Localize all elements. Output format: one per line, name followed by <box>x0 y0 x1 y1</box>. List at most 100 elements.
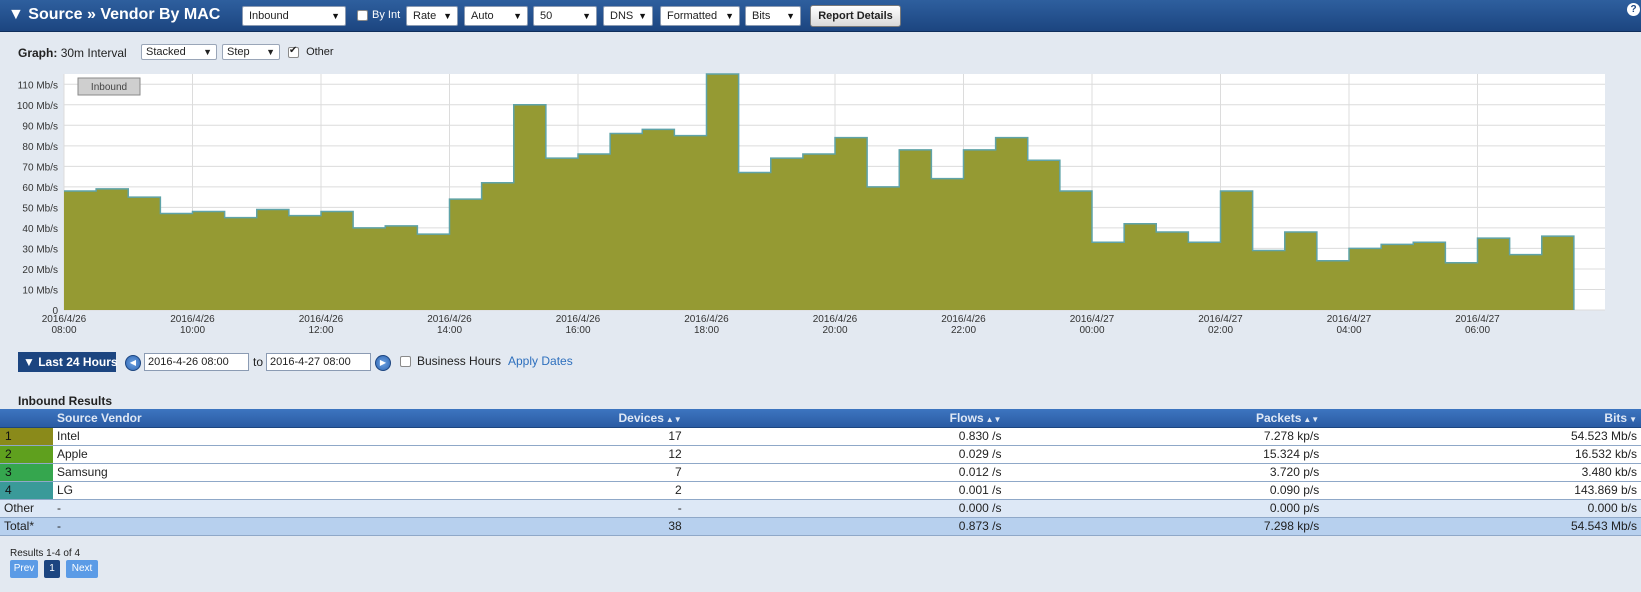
sort-desc-icon: ▼ <box>1629 414 1637 424</box>
previous-range-icon[interactable]: ◀ <box>125 355 141 371</box>
flows-cell: 0.029 /s <box>685 445 1006 464</box>
x-tick-label: 20:00 <box>822 325 847 336</box>
rank-swatch: 3 <box>0 463 53 482</box>
packets-cell: 7.278 kp/s <box>1005 427 1324 446</box>
bits-cell: 54.523 Mb/s <box>1323 427 1641 446</box>
x-tick-label: 2016/4/26 <box>813 314 858 325</box>
business-hours-checkbox[interactable] <box>400 356 411 367</box>
x-tick-label: 16:00 <box>565 325 590 336</box>
x-tick-label: 2016/4/27 <box>1070 314 1115 325</box>
resolve-select[interactable]: DNS ▼ <box>603 6 653 26</box>
help-icon[interactable]: ? <box>1627 3 1640 16</box>
x-tick-label: 08:00 <box>51 325 76 336</box>
vendor-cell[interactable]: LG <box>52 481 615 500</box>
x-tick-label: 18:00 <box>694 325 719 336</box>
graph-line-select[interactable]: Step ▼ <box>222 44 280 60</box>
other-toggle[interactable]: Other <box>288 45 334 58</box>
start-date-input[interactable]: 2016-4-26 08:00 <box>144 353 249 371</box>
direction-select[interactable]: Inbound ▼ <box>242 6 346 26</box>
traffic-chart: 010 Mb/s20 Mb/s30 Mb/s40 Mb/s50 Mb/s60 M… <box>17 73 1605 336</box>
results-table: Source Vendor Devices ▲▼ Flows ▲▼ Packets ▲… <box>0 409 1641 536</box>
x-tick-label: 00:00 <box>1079 325 1104 336</box>
x-tick-label: 2016/4/26 <box>427 314 472 325</box>
format-select[interactable]: Formatted ▼ <box>660 6 740 26</box>
x-tick-label: 22:00 <box>951 325 976 336</box>
next-page-button[interactable]: Next <box>66 560 98 578</box>
devices-cell: 17 <box>614 427 686 446</box>
date-preset-button[interactable]: ▼ Last 24 Hours <box>18 352 118 372</box>
col-packets[interactable]: Packets ▲▼ <box>1005 409 1324 428</box>
x-tick-label: 2016/4/26 <box>170 314 215 325</box>
y-tick-label: 110 Mb/s <box>18 80 58 91</box>
to-label: to <box>253 355 264 369</box>
next-range-icon[interactable]: ▶ <box>375 355 391 371</box>
apply-dates-link[interactable]: Apply Dates <box>508 354 573 368</box>
x-tick-label: 12:00 <box>308 325 333 336</box>
report-title[interactable]: ▼ Source » Vendor By MAC <box>8 6 220 24</box>
by-int-checkbox[interactable] <box>357 10 368 21</box>
col-source-vendor[interactable]: Source Vendor <box>52 409 615 428</box>
flows-cell: 0.012 /s <box>685 463 1006 482</box>
bits-cell: 16.532 kb/s <box>1323 445 1641 464</box>
y-axis: 010 Mb/s20 Mb/s30 Mb/s40 Mb/s50 Mb/s60 M… <box>17 80 59 317</box>
graph-label: Graph: 30m Interval <box>18 46 127 60</box>
y-tick-label: 100 Mb/s <box>17 101 58 112</box>
graph-interval: 30m Interval <box>60 46 127 60</box>
x-tick-label: 2016/4/27 <box>1198 314 1243 325</box>
prev-page-button[interactable]: Prev <box>10 560 38 578</box>
table-row[interactable]: 1 Intel 17 0.830 /s 7.278 kp/s 54.523 Mb… <box>0 427 1641 446</box>
scale-select[interactable]: Auto ▼ <box>464 6 528 26</box>
col-bits[interactable]: Bits ▼ <box>1323 409 1641 428</box>
chevron-down-icon: ▼ <box>331 11 340 21</box>
flows-cell: 0.830 /s <box>685 427 1006 446</box>
chevron-down-icon: ▼ <box>443 11 452 21</box>
y-tick-label: 80 Mb/s <box>22 142 58 153</box>
x-tick-label: 2016/4/26 <box>556 314 601 325</box>
rank-swatch: 1 <box>0 427 53 446</box>
flows-cell: 0.001 /s <box>685 481 1006 500</box>
vendor-cell[interactable]: Intel <box>52 427 615 446</box>
col-devices[interactable]: Devices ▲▼ <box>614 409 686 428</box>
page-1-button[interactable]: 1 <box>44 560 60 578</box>
by-int-label: By Int <box>372 9 401 21</box>
mode-select[interactable]: Rate ▼ <box>406 6 458 26</box>
y-tick-label: 40 Mb/s <box>22 224 58 235</box>
report-details-button[interactable]: Report Details <box>810 5 901 27</box>
other-checkbox[interactable] <box>288 45 299 58</box>
chevron-down-icon: ▼ <box>203 47 212 57</box>
x-tick-label: 2016/4/26 <box>684 314 729 325</box>
chevron-down-icon: ▼ <box>266 47 275 57</box>
table-header: Source Vendor Devices ▲▼ Flows ▲▼ Packets ▲… <box>0 409 1641 428</box>
chevron-down-icon: ▼ <box>725 11 734 21</box>
end-date-input[interactable]: 2016-4-27 08:00 <box>266 353 371 371</box>
devices-cell: 7 <box>614 463 686 482</box>
packets-cell: 3.720 p/s <box>1005 463 1324 482</box>
x-tick-label: 04:00 <box>1336 325 1361 336</box>
sort-icon: ▲▼ <box>985 414 1002 424</box>
unit-select[interactable]: Bits ▼ <box>745 6 801 26</box>
graph-style-select[interactable]: Stacked ▼ <box>141 44 217 60</box>
packets-cell: 0.090 p/s <box>1005 481 1324 500</box>
x-tick-label: 2016/4/27 <box>1455 314 1500 325</box>
y-tick-label: 60 Mb/s <box>22 183 58 194</box>
count-select[interactable]: 50 ▼ <box>533 6 597 26</box>
table-row[interactable]: 4 LG 2 0.001 /s 0.090 p/s 143.869 b/s <box>0 481 1641 500</box>
vendor-cell[interactable]: Samsung <box>52 463 615 482</box>
table-row[interactable]: 3 Samsung 7 0.012 /s 3.720 p/s 3.480 kb/… <box>0 463 1641 482</box>
results-count: Results 1-4 of 4 <box>10 548 81 559</box>
total-label: Total* <box>0 517 53 536</box>
x-tick-label: 2016/4/26 <box>42 314 87 325</box>
rank-swatch: 4 <box>0 481 53 500</box>
vendor-cell[interactable]: Apple <box>52 445 615 464</box>
total-row: Total* - 38 0.873 /s 7.298 kp/s 54.543 M… <box>0 517 1641 536</box>
chevron-down-icon: ▼ <box>638 11 647 21</box>
devices-cell: 12 <box>614 445 686 464</box>
packets-cell: 15.324 p/s <box>1005 445 1324 464</box>
x-tick-label: 2016/4/26 <box>299 314 344 325</box>
devices-cell: 2 <box>614 481 686 500</box>
y-tick-label: 50 Mb/s <box>22 203 58 214</box>
col-flows[interactable]: Flows ▲▼ <box>685 409 1006 428</box>
table-row[interactable]: 2 Apple 12 0.029 /s 15.324 p/s 16.532 kb… <box>0 445 1641 464</box>
sort-icon: ▲▼ <box>665 414 682 424</box>
results-title: Inbound Results <box>18 394 112 408</box>
